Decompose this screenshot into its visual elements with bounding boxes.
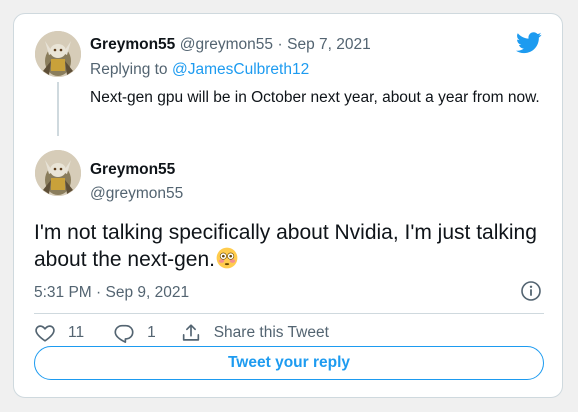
flushed-face-emoji-icon — [216, 247, 238, 269]
tweet-your-reply-button[interactable]: Tweet your reply — [34, 346, 544, 380]
avatar-image — [35, 31, 81, 77]
avatar[interactable] — [35, 31, 81, 77]
replying-to-handle-link[interactable]: @JamesCulbreth12 — [172, 61, 309, 78]
share-button[interactable]: Share this Tweet — [180, 322, 329, 344]
separator: · — [277, 36, 283, 53]
divider — [34, 313, 544, 314]
share-label: Share this Tweet — [213, 324, 329, 341]
replying-to-label: Replying to — [90, 61, 168, 78]
parent-tweet-text: Next-gen gpu will be in October next yea… — [90, 89, 540, 106]
avatar-image — [35, 150, 81, 196]
info-icon[interactable] — [520, 280, 542, 302]
author-name[interactable]: Greymon55 — [90, 36, 175, 53]
speech-bubble-icon — [114, 324, 134, 343]
twitter-bird-icon[interactable] — [516, 32, 542, 54]
author-name[interactable]: Greymon55 — [90, 161, 175, 178]
reply-count-button[interactable]: 1 — [113, 322, 156, 344]
thread-connector-line — [57, 82, 59, 136]
tweet-actions: 11 1 Share this Tweet — [34, 321, 329, 345]
like-count: 11 — [68, 324, 85, 341]
main-tweet-author: Greymon55 — [90, 161, 175, 179]
parent-tweet-header: Greymon55 @greymon55 · Sep 7, 2021 — [90, 36, 371, 54]
reply-count: 1 — [147, 324, 156, 341]
author-handle[interactable]: @greymon55 — [90, 185, 183, 202]
main-tweet-handle-row: @greymon55 — [90, 185, 183, 203]
tweet-embed-card: Greymon55 @greymon55 · Sep 7, 2021 Reply… — [13, 13, 563, 398]
avatar[interactable] — [35, 150, 81, 196]
like-button[interactable]: 11 — [34, 322, 84, 344]
main-tweet-text-block: I'm not talking specifically about Nvidi… — [34, 219, 544, 273]
share-icon — [182, 324, 199, 341]
replying-to: Replying to @JamesCulbreth12 — [90, 61, 309, 79]
main-tweet-text: I'm not talking specifically about Nvidi… — [34, 221, 537, 271]
heart-icon — [35, 325, 55, 342]
tweet-timestamp[interactable]: 5:31 PM · Sep 9, 2021 — [34, 284, 189, 302]
author-handle[interactable]: @greymon55 — [180, 36, 273, 53]
tweet-date[interactable]: Sep 7, 2021 — [287, 36, 371, 53]
